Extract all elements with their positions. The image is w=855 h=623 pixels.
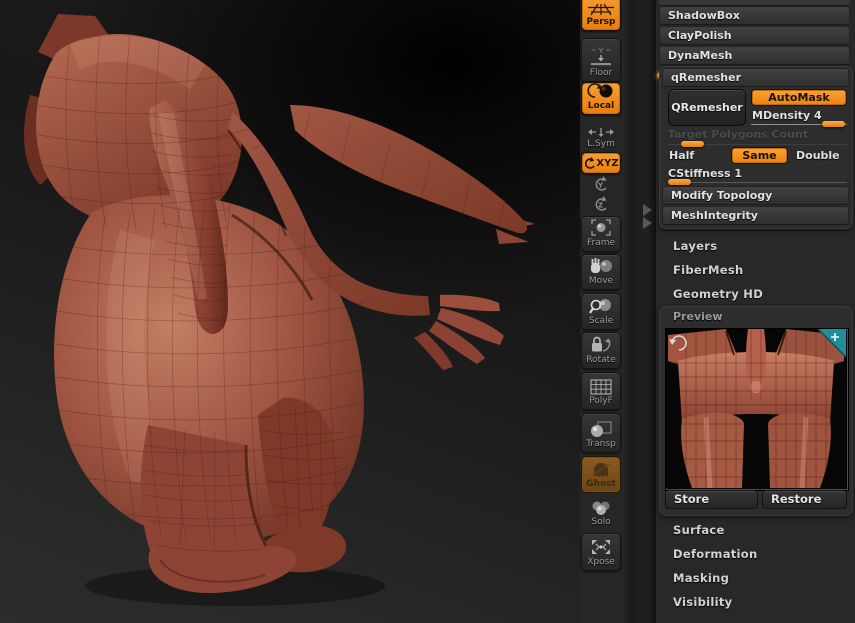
section-deformation[interactable]: Deformation [673,547,758,561]
section-meshintegrity[interactable]: MeshIntegrity [662,206,849,225]
section-geometry-hd[interactable]: Geometry HD [673,287,763,301]
lsym-button[interactable]: L.Sym [581,126,621,152]
transp-button[interactable]: Transp [581,413,621,453]
local-button[interactable]: Local [581,82,621,115]
preview-subpalette: Preview Store Restore [659,306,853,516]
panel-splitter[interactable] [624,0,655,623]
floor-button[interactable]: Floor [581,38,621,82]
rotate-xyz-label: XYZ [596,157,619,169]
scale-button[interactable]: Scale [581,293,621,330]
scale-label: Scale [588,316,614,326]
move-hand-icon [591,258,612,273]
persp-button[interactable]: Persp [581,0,621,31]
polyf-button[interactable]: PolyF [581,372,621,410]
section-dynamesh[interactable]: DynaMesh [659,46,850,65]
right-shelf-toolbar: Persp Floor Local L.Sym XYZ Y Z Frame Mo… [580,0,624,623]
rotate-y-button[interactable]: Y [581,176,621,195]
local-label: Local [587,101,615,111]
xpose-arrows-icon [592,540,610,554]
mdensity-value: 4 [813,109,822,122]
local-pivot-icon [587,83,613,98]
section-visibility[interactable]: Visibility [673,595,732,609]
section-masking[interactable]: Masking [673,571,729,585]
cstiffness-slider-knob[interactable] [668,179,691,185]
solo-spheres-icon [592,501,610,515]
scale-magnifier-icon [589,299,611,314]
section-fibermesh[interactable]: FiberMesh [673,263,743,277]
frame-icon [591,219,611,236]
tool-subpalettes-panel: ShadowBox ClayPolish DynaMesh qRemesher … [655,0,855,623]
ghost-label: Ghost [586,479,616,489]
automask-button[interactable]: AutoMask [751,89,847,106]
preview-canvas[interactable] [665,328,849,491]
xpose-label: Xpose [587,557,615,567]
rotate-z-button[interactable]: Z [581,196,621,215]
half-button[interactable]: Half [669,149,694,162]
floor-label: Floor [589,68,613,78]
mdensity-label: MDensity 4 [752,109,822,122]
same-button[interactable]: Same [731,147,788,164]
creature-back-arm [290,105,535,244]
perspective-grid-icon [588,3,614,16]
ghost-button[interactable]: Ghost [581,456,621,493]
section-layers[interactable]: Layers [673,239,717,253]
zbrush-window: Persp Floor Local L.Sym XYZ Y Z Frame Mo… [0,0,855,623]
preview-render [666,328,847,489]
xpose-button[interactable]: Xpose [581,533,621,571]
rotate-lock-icon [592,336,611,352]
creature-model [24,14,535,606]
persp-label: Persp [586,17,616,27]
rotate-label: Rotate [586,355,616,365]
mdensity-slider-knob[interactable] [822,121,845,127]
frame-button[interactable]: Frame [581,216,621,252]
cstiffness-value: 1 [734,167,743,180]
rotate-button[interactable]: Rotate [581,332,621,369]
section-modify-topology[interactable]: Modify Topology [662,186,849,205]
lsym-label: L.Sym [587,139,615,149]
qremesher-run-button[interactable]: QRemesher [668,89,746,126]
rotate-xyz-icon [585,156,596,169]
splitter-chevron-icon[interactable] [643,217,652,229]
transparency-icon [591,421,612,437]
cstiffness-slider-track[interactable] [668,182,847,183]
preview-title: Preview [673,310,723,323]
polyf-label: PolyF [589,396,613,406]
target-polygons-slider-knob[interactable] [681,141,704,147]
transp-label: Transp [586,439,616,449]
svg-text:Z: Z [598,202,603,210]
rotate-xyz-button[interactable]: XYZ [581,152,621,174]
section-shadowbox[interactable]: ShadowBox [659,6,850,25]
rotate-z-icon: Z [595,196,607,211]
floor-snap-icon [591,47,611,66]
ghost-icon [592,463,610,477]
rotate-y-icon: Y [595,176,607,191]
frame-label: Frame [586,238,616,248]
target-polygons-label: Target Polygons Count [668,128,809,141]
solo-label: Solo [591,517,611,527]
splitter-chevron-icon[interactable] [643,204,652,216]
qremesher-subpalette: qRemesher QRemesher AutoMask MDensity 4 … [659,66,853,229]
move-label: Move [588,276,614,286]
section-qremesher[interactable]: qRemesher [662,68,849,87]
lateral-symmetry-icon [588,128,614,137]
svg-text:Y: Y [597,182,604,190]
polyframe-grid-icon [590,379,612,395]
solo-button[interactable]: Solo [581,495,621,530]
store-button[interactable]: Store [665,490,758,509]
section-surface[interactable]: Surface [673,523,725,537]
double-button[interactable]: Double [796,149,840,162]
section-claypolish[interactable]: ClayPolish [659,26,850,45]
restore-button[interactable]: Restore [762,490,847,509]
move-button[interactable]: Move [581,254,621,290]
sculpt-viewport[interactable] [0,0,580,623]
